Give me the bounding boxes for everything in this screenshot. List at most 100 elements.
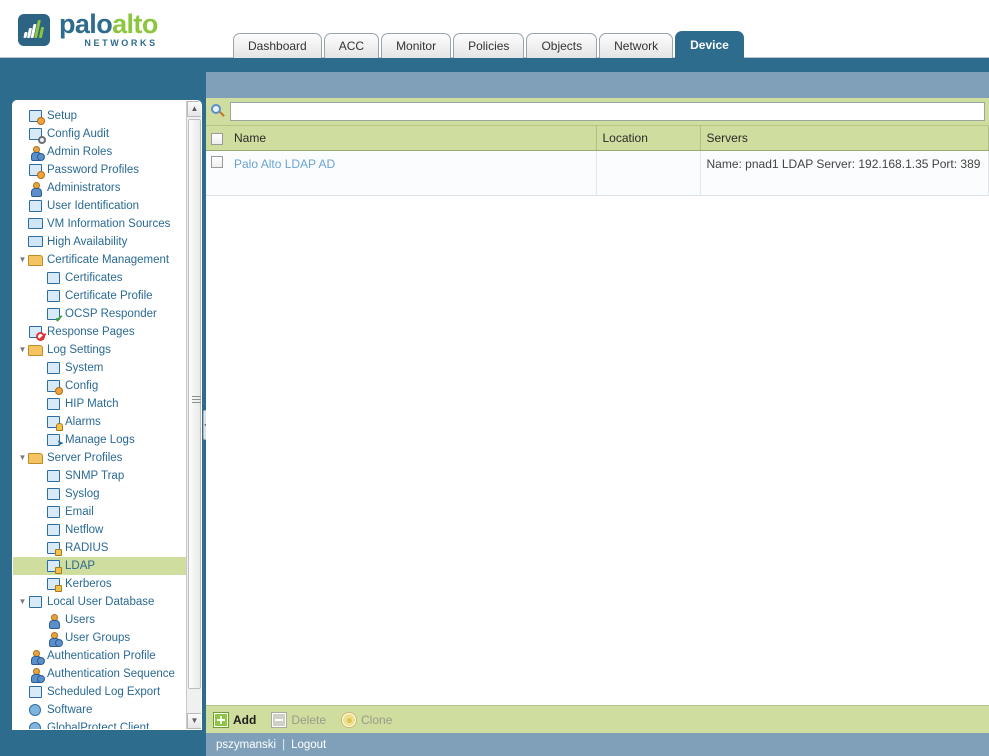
snmp-trap-icon bbox=[46, 469, 62, 484]
alarms-icon bbox=[46, 415, 63, 431]
tab-dashboard[interactable]: Dashboard bbox=[233, 33, 322, 58]
row-select-cell[interactable] bbox=[206, 150, 228, 196]
sidebar-item-log-settings[interactable]: ▼ Log Settings bbox=[13, 341, 187, 359]
sidebar-item-certificate-management[interactable]: ▼ Certificate Management bbox=[13, 251, 187, 269]
sidebar-item-alarms[interactable]: Alarms bbox=[13, 413, 187, 431]
sidebar-item-label: Authentication Sequence bbox=[47, 668, 175, 680]
sidebar-item-password-profiles[interactable]: Password Profiles bbox=[13, 161, 187, 179]
row-checkbox[interactable] bbox=[211, 155, 223, 168]
sidebar-item-radius[interactable]: RADIUS bbox=[13, 539, 187, 557]
sidebar-item-label: Certificate Profile bbox=[65, 290, 153, 302]
logout-link[interactable]: Logout bbox=[291, 739, 326, 751]
sidebar-scrollbar[interactable]: ▲ ▼ bbox=[186, 101, 201, 729]
sidebar-item-label: High Availability bbox=[47, 236, 128, 248]
sidebar-item-snmp-trap[interactable]: SNMP Trap bbox=[13, 467, 187, 485]
sidebar-item-label: Users bbox=[65, 614, 96, 626]
expand-collapse-icon[interactable]: ▼ bbox=[17, 346, 28, 354]
sidebar-item-label: VM Information Sources bbox=[47, 218, 171, 230]
sidebar-item-ocsp-responder[interactable]: ✔ OCSP Responder bbox=[13, 305, 187, 324]
select-all-header[interactable] bbox=[206, 126, 228, 151]
sidebar-item-local-user-database[interactable]: ▼ Local User Database bbox=[13, 593, 187, 611]
sidebar-item-administrators[interactable]: Administrators bbox=[13, 179, 187, 197]
column-header-location[interactable]: Location bbox=[596, 126, 701, 151]
sidebar-item-email[interactable]: Email bbox=[13, 503, 187, 521]
tab-monitor[interactable]: Monitor bbox=[381, 33, 452, 58]
sidebar-item-hip-match[interactable]: HIP Match bbox=[13, 395, 187, 413]
sidebar-item-authentication-sequence[interactable]: Authentication Sequence bbox=[13, 665, 187, 683]
sidebar-item-high-availability[interactable]: High Availability bbox=[13, 233, 187, 251]
column-header-name[interactable]: Name bbox=[228, 126, 597, 151]
scrollbar-thumb[interactable] bbox=[188, 119, 201, 689]
table-row[interactable]: Palo Alto LDAP AD Name: pnad1 LDAP Server… bbox=[206, 150, 989, 196]
sidebar-item-certificate-profile[interactable]: Certificate Profile bbox=[13, 287, 187, 305]
certificate-profile-icon bbox=[46, 289, 62, 304]
expand-collapse-icon[interactable]: ▼ bbox=[17, 256, 28, 264]
main-content-panel: Name Location Servers Palo Alto LDAP AD N… bbox=[206, 98, 989, 733]
clone-button-label: Clone bbox=[361, 712, 393, 727]
select-all-checkbox[interactable] bbox=[211, 132, 223, 145]
sidebar-item-label: Server Profiles bbox=[47, 452, 123, 464]
sidebar-item-manage-logs[interactable]: ➤ Manage Logs bbox=[13, 431, 187, 449]
sidebar-item-setup[interactable]: Setup bbox=[13, 107, 187, 125]
sidebar-item-label: Software bbox=[47, 704, 93, 716]
expand-collapse-icon[interactable]: ▼ bbox=[17, 454, 28, 462]
app-header: paloalto NETWORKS Dashboard ACC Monitor Pol… bbox=[0, 0, 989, 58]
sidebar-item-label: Scheduled Log Export bbox=[47, 686, 161, 698]
sidebar-item-users[interactable]: Users bbox=[13, 611, 187, 629]
globalprotect-client-icon bbox=[28, 721, 44, 729]
sidebar-item-kerberos[interactable]: Kerberos bbox=[13, 575, 187, 593]
sidebar-item-config-audit[interactable]: Config Audit bbox=[13, 125, 187, 144]
sidebar-item-label: Admin Roles bbox=[47, 146, 113, 158]
ocsp-responder-icon: ✔ bbox=[46, 307, 63, 324]
tab-objects[interactable]: Objects bbox=[526, 33, 598, 58]
vm-information-sources-icon bbox=[28, 217, 44, 232]
sidebar-item-netflow[interactable]: Netflow bbox=[13, 521, 187, 539]
sidebar-item-label: Local User Database bbox=[47, 596, 155, 608]
tab-acc[interactable]: ACC bbox=[323, 33, 380, 58]
sidebar-item-label: System bbox=[65, 362, 104, 374]
tab-device[interactable]: Device bbox=[675, 31, 744, 58]
sidebar-item-server-profiles[interactable]: ▼ Server Profiles bbox=[13, 449, 187, 467]
sidebar-item-label: User Groups bbox=[65, 632, 131, 644]
profile-link[interactable]: Palo Alto LDAP AD bbox=[234, 157, 335, 171]
expand-collapse-icon[interactable]: ▼ bbox=[17, 598, 28, 606]
sidebar-item-user-groups[interactable]: User Groups bbox=[13, 629, 187, 647]
sidebar-item-config[interactable]: Config bbox=[13, 377, 187, 395]
local-user-database-icon bbox=[28, 595, 44, 610]
tab-network[interactable]: Network bbox=[599, 33, 674, 58]
sidebar-item-label: Password Profiles bbox=[47, 164, 140, 176]
sidebar-item-authentication-profile[interactable]: Authentication Profile bbox=[13, 647, 187, 665]
sidebar-item-label: Administrators bbox=[47, 182, 121, 194]
log-settings-folder-icon bbox=[28, 343, 44, 358]
sidebar-item-label: OCSP Responder bbox=[65, 308, 157, 320]
clone-button[interactable]: Clone bbox=[342, 712, 393, 727]
sidebar-item-system[interactable]: System bbox=[13, 359, 187, 377]
scroll-up-arrow-icon[interactable]: ▲ bbox=[187, 101, 201, 117]
tab-policies[interactable]: Policies bbox=[453, 33, 525, 58]
sidebar-item-admin-roles[interactable]: Admin Roles bbox=[13, 143, 187, 161]
search-input[interactable] bbox=[230, 102, 985, 121]
setup-icon bbox=[28, 109, 45, 125]
sidebar-item-label: HIP Match bbox=[65, 398, 119, 410]
device-navigation-panel: Setup Config Audit Admin Roles Password Pro… bbox=[12, 100, 202, 730]
delete-button[interactable]: Delete bbox=[272, 712, 327, 727]
high-availability-icon bbox=[28, 235, 44, 250]
sidebar-item-globalprotect-client[interactable]: GlobalProtect Client bbox=[13, 719, 187, 729]
delete-button-label: Delete bbox=[291, 712, 327, 727]
sidebar-item-label: SNMP Trap bbox=[65, 470, 125, 482]
sidebar-item-response-pages[interactable]: Response Pages bbox=[13, 323, 187, 341]
sidebar-item-label: Authentication Profile bbox=[47, 650, 156, 662]
response-pages-icon bbox=[28, 325, 45, 341]
sidebar-item-user-identification[interactable]: User Identification bbox=[13, 197, 187, 215]
add-button[interactable]: Add bbox=[214, 712, 256, 727]
scroll-down-arrow-icon[interactable]: ▼ bbox=[187, 713, 201, 729]
statusbar-corner bbox=[0, 733, 206, 756]
sidebar-item-certificates[interactable]: Certificates bbox=[13, 269, 187, 287]
sidebar-item-syslog[interactable]: Syslog bbox=[13, 485, 187, 503]
brand-name-part1: palo bbox=[59, 9, 113, 39]
column-header-servers[interactable]: Servers bbox=[700, 126, 989, 151]
sidebar-item-scheduled-log-export[interactable]: Scheduled Log Export bbox=[13, 683, 187, 701]
sidebar-item-software[interactable]: Software bbox=[13, 701, 187, 719]
sidebar-item-vm-information-sources[interactable]: VM Information Sources bbox=[13, 215, 187, 233]
sidebar-item-ldap[interactable]: LDAP bbox=[13, 557, 187, 575]
